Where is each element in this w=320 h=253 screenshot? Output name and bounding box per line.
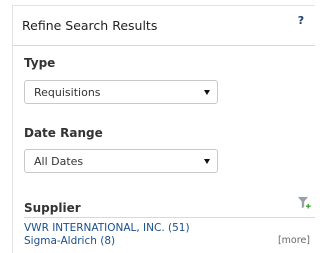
type-select-value: Requisitions: [34, 86, 101, 99]
supplier-link-sigma-aldrich[interactable]: Sigma-Aldrich (8): [24, 235, 115, 247]
help-button[interactable]: ?: [291, 10, 311, 30]
date-range-select[interactable]: All Dates: [24, 149, 218, 173]
filter-add-icon[interactable]: [297, 196, 311, 210]
date-range-select-value: All Dates: [34, 155, 84, 168]
type-select[interactable]: Requisitions: [24, 80, 218, 104]
panel-title: Refine Search Results: [22, 17, 158, 33]
date-range-label: Date Range: [24, 126, 103, 140]
more-suppliers-link[interactable]: [more]: [278, 235, 310, 246]
panel-header: Refine Search Results: [13, 6, 315, 44]
header-divider: [13, 45, 315, 46]
chevron-down-icon: [204, 90, 210, 95]
supplier-divider: [24, 217, 315, 218]
supplier-link-vwr[interactable]: VWR INTERNATIONAL, INC. (51): [24, 222, 190, 234]
supplier-label: Supplier: [24, 201, 81, 215]
chevron-down-icon: [204, 159, 210, 164]
type-label: Type: [24, 56, 56, 70]
